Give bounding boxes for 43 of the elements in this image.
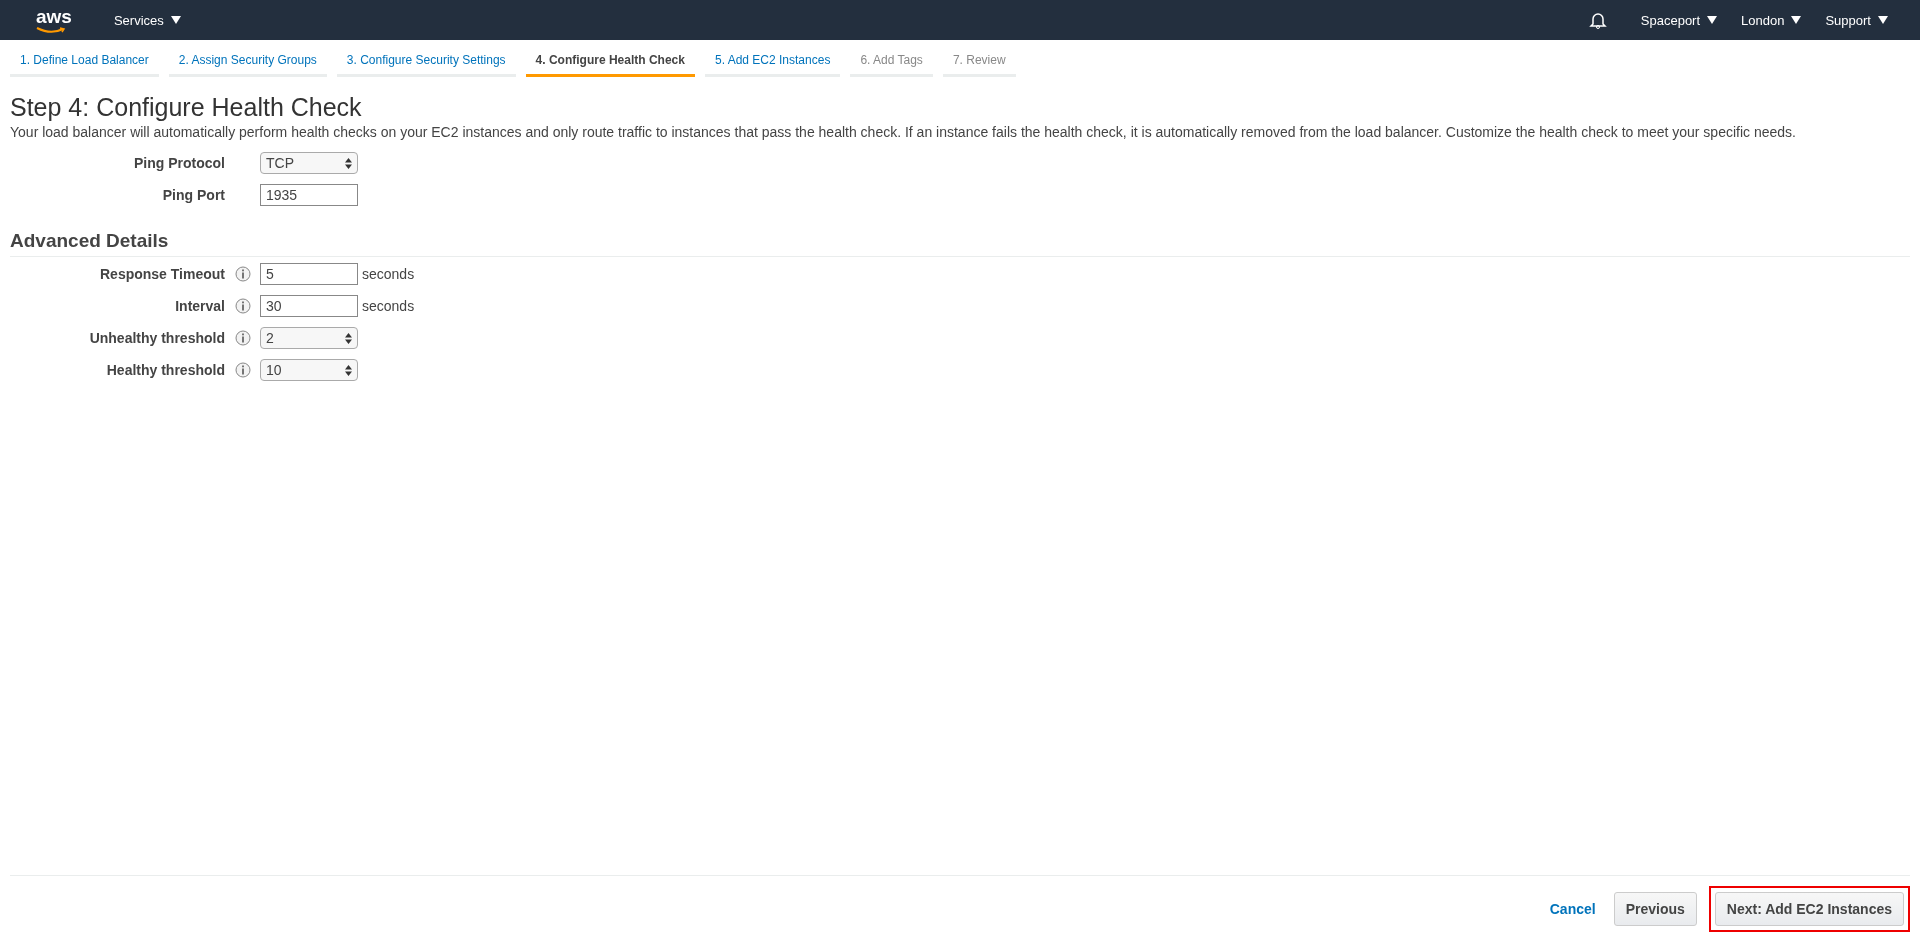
wizard-step-tab[interactable]: 2. Assign Security Groups: [168, 50, 327, 77]
wizard-step-tab[interactable]: 3. Configure Security Settings: [336, 50, 516, 77]
info-icon[interactable]: [234, 266, 251, 282]
input-field[interactable]: 30: [260, 295, 358, 317]
wizard-step-tab[interactable]: 4. Configure Health Check: [525, 50, 695, 77]
sort-arrows-icon: [345, 157, 352, 169]
services-menu[interactable]: Services: [101, 12, 193, 28]
select-field[interactable]: TCP: [260, 152, 358, 174]
wizard-step-tab[interactable]: 1. Define Load Balancer: [10, 50, 159, 77]
nav-menu[interactable]: Support: [1813, 12, 1900, 28]
logo[interactable]: aws: [36, 6, 72, 34]
unit-label: seconds: [362, 266, 415, 282]
section-title: Advanced Details: [10, 230, 1910, 257]
caret-icon: [170, 16, 181, 24]
smile-arrow-icon: [36, 27, 66, 34]
unit-label: seconds: [362, 298, 415, 314]
field-label: Healthy threshold: [105, 362, 225, 378]
info-icon[interactable]: [234, 362, 251, 378]
page-title: Step 4: Configure Health Check: [10, 93, 363, 122]
nav-menu[interactable]: London: [1729, 12, 1814, 28]
field-label: Ping Port: [161, 187, 226, 203]
description-text: Your load balancer will automatically perform health checks on your EC2 instances and only route traffic to instances that pass the health check. If an instance fails the health check, it is automatically removed from the load balancer. Customize the health check to meet your specific needs.: [10, 124, 1797, 140]
field-label: Unhealthy threshold: [88, 330, 225, 346]
field-label: Interval: [174, 298, 225, 314]
field-label: Response Timeout: [99, 266, 225, 282]
info-icon[interactable]: [234, 298, 251, 314]
input-field[interactable]: 1935: [260, 184, 358, 206]
select-field[interactable]: 2: [260, 327, 358, 349]
caret-icon: [1878, 16, 1888, 24]
next-button[interactable]: Next: Add EC2 Instances: [1714, 892, 1904, 926]
caret-icon: [1791, 16, 1802, 24]
info-icon[interactable]: [234, 330, 251, 346]
field-label: Ping Protocol: [133, 155, 226, 171]
wizard-step-tab[interactable]: 5. Add EC2 Instances: [704, 50, 841, 77]
nav-menu[interactable]: Spaceport: [1628, 12, 1730, 28]
sort-arrows-icon: [345, 332, 352, 344]
input-field[interactable]: 5: [260, 263, 358, 285]
bell-icon[interactable]: [1588, 11, 1607, 29]
cancel-link[interactable]: Cancel: [1543, 900, 1602, 918]
sort-arrows-icon: [345, 364, 352, 376]
select-field[interactable]: 10: [260, 359, 358, 381]
previous-button[interactable]: Previous: [1613, 892, 1697, 926]
caret-icon: [1707, 16, 1718, 24]
